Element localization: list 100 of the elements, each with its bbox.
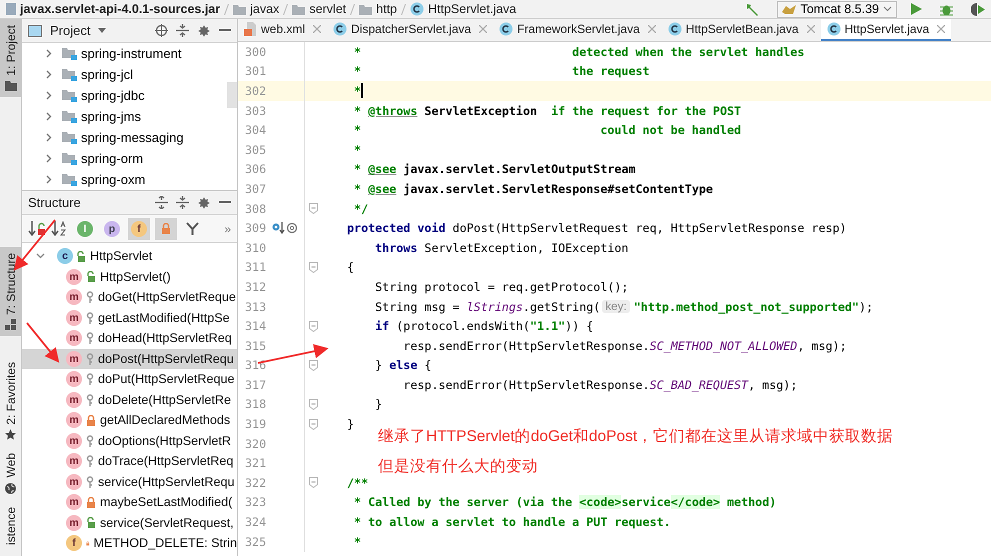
tree-item[interactable]: m doPut(HttpServletReque	[22, 369, 237, 390]
sort-alphabetically-icon[interactable]	[51, 221, 69, 236]
sort-by-visibility-icon[interactable]	[28, 221, 46, 236]
fold-marker-icon[interactable]	[309, 360, 318, 371]
tool-window-tab[interactable]: Web	[0, 447, 21, 501]
coverage-icon[interactable]	[971, 2, 985, 16]
editor-tab[interactable]: web.xml	[238, 19, 328, 41]
run-icon[interactable]	[911, 3, 922, 15]
project-tree-item[interactable]: spring-oxm	[22, 169, 227, 190]
crosshair-icon[interactable]	[155, 24, 168, 37]
run-configuration-dropdown[interactable]: Tomcat 8.5.39	[777, 0, 897, 18]
editor-tab[interactable]: HttpServlet.java	[820, 19, 952, 41]
fold-marker-icon[interactable]	[309, 203, 318, 214]
code-line: *	[353, 142, 362, 157]
close-icon[interactable]	[806, 25, 815, 33]
tree-item[interactable]: m service(ServletRequest,	[22, 512, 237, 533]
breadcrumb-item[interactable]: HttpServlet.java	[410, 2, 516, 16]
module-folder-icon	[62, 131, 77, 144]
tree-item[interactable]: m getAllDeclaredMethods	[22, 410, 237, 430]
line-number: 322	[244, 476, 268, 490]
close-icon[interactable]	[937, 25, 946, 33]
tree-item[interactable]: m service(HttpServletRequ	[22, 472, 237, 492]
editor-tab[interactable]: HttpServletBean.java	[662, 19, 821, 41]
project-tree-item[interactable]: spring-jcl	[22, 64, 227, 85]
show-non-public-button[interactable]	[155, 218, 177, 240]
minimize-icon[interactable]	[219, 29, 231, 32]
tree-item[interactable]: f METHOD_DELETE: Strin	[22, 533, 237, 554]
tool-window-tab[interactable]: 1: Project	[0, 19, 21, 97]
code-line: String protocol = req.getProtocol();	[374, 280, 628, 294]
class-icon	[668, 22, 682, 36]
tree-item[interactable]: m doTrace(HttpServletReq	[22, 451, 237, 472]
hierarchy-icon[interactable]	[186, 222, 199, 235]
fold-marker-icon[interactable]	[309, 398, 318, 410]
minimize-icon[interactable]	[219, 201, 231, 204]
key-icon	[86, 291, 94, 304]
tree-item[interactable]: m doGet(HttpServletReque	[22, 287, 237, 308]
method-icon: m	[66, 350, 82, 367]
fold-marker-icon[interactable]	[309, 320, 318, 332]
editor-tab[interactable]: DispatcherServlet.java	[327, 19, 494, 41]
close-icon[interactable]	[648, 25, 656, 33]
panel-title[interactable]: Project	[50, 23, 90, 38]
tool-window-tab[interactable]: istence	[0, 500, 21, 551]
code-line: *	[353, 83, 364, 98]
breadcrumb-item[interactable]: servlet	[292, 2, 346, 16]
module-folder-icon	[62, 89, 77, 102]
close-icon[interactable]	[313, 25, 322, 33]
fold-marker-icon[interactable]	[309, 477, 318, 488]
method-icon: m	[66, 412, 82, 428]
expand-all-icon[interactable]	[155, 196, 168, 209]
caret-icon[interactable]	[98, 28, 106, 33]
tree-item[interactable]: c HttpServlet	[22, 246, 237, 266]
project-tree-item[interactable]: spring-jdbc	[22, 85, 227, 106]
line-number: 307	[244, 182, 268, 196]
close-icon[interactable]	[479, 25, 488, 33]
breadcrumb-item[interactable]: javax	[233, 2, 280, 16]
fold-marker-icon[interactable]	[309, 418, 318, 430]
override-icon[interactable]	[272, 222, 298, 234]
line-number: 306	[244, 162, 268, 176]
method-icon: m	[66, 330, 82, 346]
tree-item[interactable]: m doOptions(HttpServletR	[22, 430, 237, 451]
line-number: 304	[244, 123, 268, 138]
code-line: * @see javax.servlet.ServletOutputStream	[353, 162, 636, 176]
globe-icon	[4, 482, 17, 495]
code-line: }	[346, 417, 354, 432]
tree-item[interactable]: m doPost(HttpServletRequ	[22, 348, 237, 369]
folder-icon	[4, 80, 16, 91]
project-tree-item[interactable]: spring-orm	[22, 148, 227, 169]
tree-item[interactable]: m doHead(HttpServletReq	[22, 328, 237, 348]
more-button[interactable]: »	[224, 222, 231, 236]
code-line: {	[346, 260, 354, 274]
collapse-all-icon[interactable]	[176, 196, 189, 209]
tree-item[interactable]: m getLastModified(HttpSe	[22, 308, 237, 328]
settings-icon[interactable]	[197, 24, 211, 38]
tree-item[interactable]: m maybeSetLastModified(	[22, 492, 237, 512]
tree-item[interactable]: m doDelete(HttpServletRe	[22, 390, 237, 410]
code-line: * the request	[353, 64, 650, 78]
tree-item[interactable]: m HttpServlet()	[22, 266, 237, 287]
breadcrumb-item[interactable]: http	[359, 2, 397, 16]
tool-window-tab[interactable]: 2: Favorites	[0, 356, 21, 448]
project-tree-item[interactable]: spring-jms	[22, 106, 227, 127]
window-icon	[28, 24, 42, 36]
project-tree-item[interactable]: spring-instrument	[22, 43, 227, 64]
breadcrumb-separator-icon	[283, 4, 288, 14]
collapse-all-icon[interactable]	[176, 24, 189, 37]
module-folder-icon	[62, 47, 77, 60]
field-icon: f	[66, 535, 82, 552]
code-line: * @see javax.servlet.ServletResponse#setContentType	[353, 182, 713, 196]
fold-marker-icon[interactable]	[309, 262, 318, 273]
bug-icon[interactable]	[940, 2, 953, 16]
scrollbar-thumb[interactable]	[227, 82, 237, 108]
line-number: 312	[244, 280, 268, 294]
tool-window-tab[interactable]: 7: Structure	[0, 246, 21, 336]
editor-tab[interactable]: FrameworkServlet.java	[493, 19, 662, 41]
breadcrumb-item[interactable]: javax.servlet-api-4.0.1-sources.jar	[6, 2, 220, 16]
project-tree-item[interactable]: spring-messaging	[22, 127, 227, 148]
show-fields-button[interactable]: f	[128, 218, 150, 240]
class-icon	[410, 2, 424, 16]
line-number: 313	[244, 300, 268, 314]
settings-icon[interactable]	[197, 196, 211, 210]
chevron-right-icon	[46, 49, 52, 58]
